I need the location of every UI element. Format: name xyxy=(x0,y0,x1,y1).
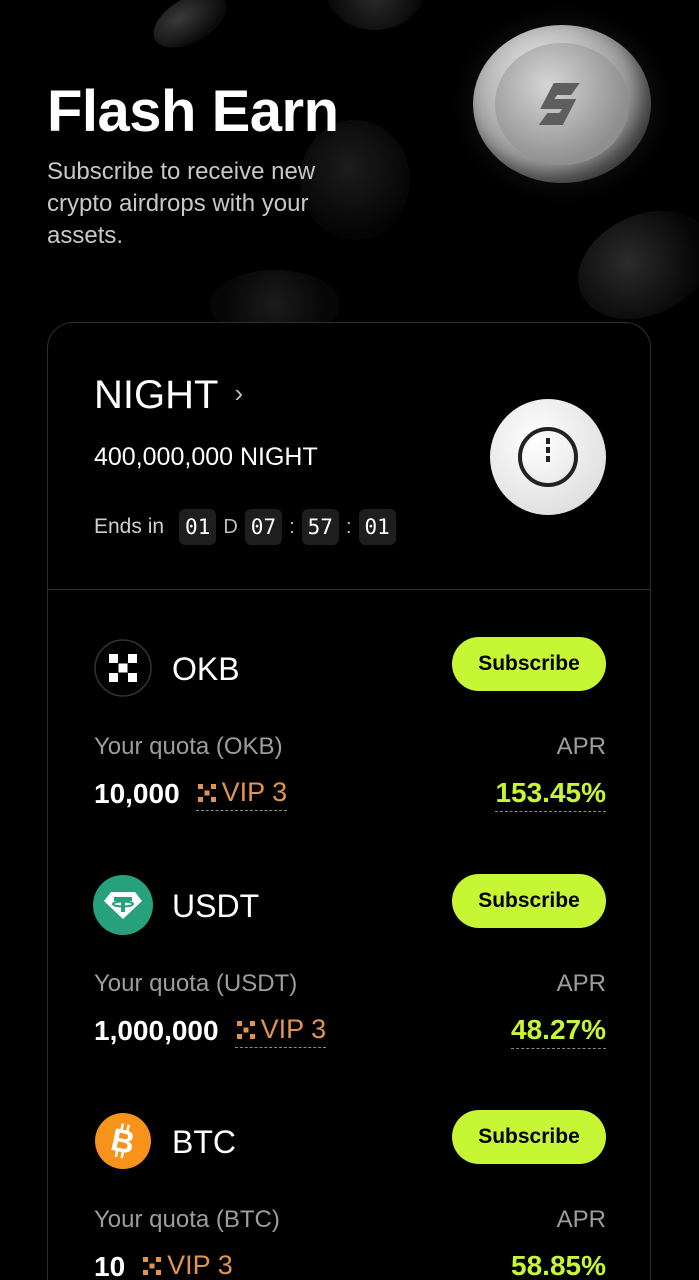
asset-name: OKB xyxy=(172,651,240,687)
asset-row-btc: B BTC Subscribe Your quota (BTC) APR 10 xyxy=(48,1110,650,1280)
flash-earn-page: Flash Earn Subscribe to receive new cryp… xyxy=(0,0,699,1280)
quota-row: 10 VIP 3 xyxy=(94,1250,233,1280)
countdown-minutes: 57 xyxy=(301,509,339,545)
quota-row: 1,000,000 VIP 3 xyxy=(94,1014,327,1048)
vip-badge[interactable]: VIP 3 xyxy=(234,1014,327,1048)
apr-label: APR xyxy=(556,1206,606,1233)
vip-badge[interactable]: VIP 3 xyxy=(195,777,288,811)
asset-name: USDT xyxy=(172,888,260,924)
countdown-label: Ends in xyxy=(94,515,165,538)
night-token-icon xyxy=(518,427,578,487)
okx-vip-icon xyxy=(143,1256,162,1275)
page-title: Flash Earn xyxy=(47,79,339,144)
vip-label: VIP 3 xyxy=(260,1014,327,1044)
quota-value: 1,000,000 xyxy=(94,1015,219,1046)
subscribe-button-okb[interactable]: Subscribe xyxy=(452,637,606,691)
project-header[interactable]: NIGHT › 400,000,000 NIGHT Ends in 01 D 0… xyxy=(48,323,650,590)
project-name: NIGHT xyxy=(94,373,219,417)
okx-vip-icon xyxy=(236,1020,255,1039)
countdown-separator: : xyxy=(289,515,295,538)
chevron-right-icon: › xyxy=(234,378,244,408)
countdown-seconds: 01 xyxy=(358,509,396,545)
quota-value: 10,000 xyxy=(94,778,180,809)
subscribe-button-usdt[interactable]: Subscribe xyxy=(452,874,606,928)
quota-label: Your quota (BTC) xyxy=(94,1206,280,1233)
countdown-separator: : xyxy=(345,515,352,538)
asset-row-usdt: USDT Subscribe Your quota (USDT) APR 1,0… xyxy=(48,874,650,1096)
background-coin-decoration xyxy=(560,190,699,340)
project-name-link[interactable]: NIGHT › xyxy=(94,373,243,418)
asset-row-okb: OKB Subscribe Your quota (OKB) APR 10,00… xyxy=(48,637,650,859)
quota-row: 10,000 VIP 3 xyxy=(94,777,288,811)
okb-icon xyxy=(94,639,152,697)
apr-value[interactable]: 58.85% xyxy=(511,1250,606,1280)
quota-label: Your quota (OKB) xyxy=(94,733,283,760)
vip-label: VIP 3 xyxy=(221,777,288,807)
vip-label: VIP 3 xyxy=(167,1250,233,1280)
flash-earn-card: NIGHT › 400,000,000 NIGHT Ends in 01 D 0… xyxy=(47,322,651,1280)
night-token-logo xyxy=(490,399,606,515)
vip-badge[interactable]: VIP 3 xyxy=(141,1250,233,1280)
countdown: Ends in 01 D 07 : 57 : 01 xyxy=(94,509,396,545)
countdown-day-unit: D xyxy=(223,515,238,538)
hero-coin-illustration xyxy=(473,25,651,183)
asset-name: BTC xyxy=(172,1124,236,1160)
flash-logo-icon xyxy=(538,83,580,125)
apr-label: APR xyxy=(556,970,606,997)
subscribe-button-btc[interactable]: Subscribe xyxy=(452,1110,606,1164)
countdown-days: 01 xyxy=(179,509,217,545)
quota-label: Your quota (USDT) xyxy=(94,970,298,997)
page-subtitle: Subscribe to receive new crypto airdrops… xyxy=(47,158,316,249)
apr-label: APR xyxy=(556,733,606,760)
countdown-hours: 07 xyxy=(244,509,283,545)
usdt-icon xyxy=(93,875,153,935)
background-coin-decoration xyxy=(325,0,425,30)
project-airdrop-amount: 400,000,000 NIGHT xyxy=(94,443,318,471)
okx-vip-icon xyxy=(197,783,216,802)
quota-value: 10 xyxy=(94,1251,126,1280)
apr-value[interactable]: 48.27% xyxy=(511,1014,606,1049)
background-coin-decoration xyxy=(144,0,236,60)
btc-icon: B xyxy=(94,1112,152,1170)
apr-value[interactable]: 153.45% xyxy=(495,777,606,812)
